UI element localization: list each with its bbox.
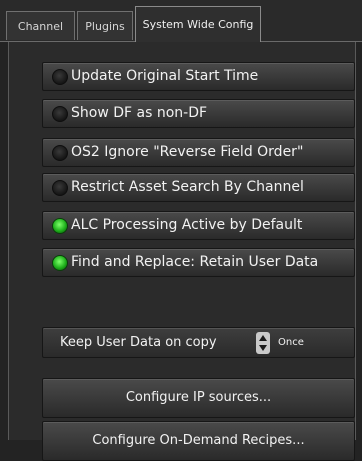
toggle-restrict-asset-search-by-channel[interactable]: Restrict Asset Search By Channel	[42, 173, 355, 202]
keep-user-data-spinner[interactable]	[256, 332, 270, 354]
tab-channel[interactable]: Channel	[6, 11, 75, 40]
spin-up-arrow-icon[interactable]	[259, 335, 267, 341]
keep-user-data-value: Once	[278, 337, 304, 348]
toggle-label: Show DF as non-DF	[71, 105, 208, 121]
led-indicator-icon	[52, 255, 68, 271]
spin-down-arrow-icon[interactable]	[259, 345, 267, 351]
toggle-alc-processing-active-by-default[interactable]: ALC Processing Active by Default	[42, 211, 355, 240]
toggle-label: Restrict Asset Search By Channel	[71, 179, 304, 195]
led-indicator-icon	[52, 106, 68, 122]
toggle-show-df-as-non-df[interactable]: Show DF as non-DF	[42, 99, 355, 128]
toggle-label: ALC Processing Active by Default	[71, 217, 303, 233]
system-wide-config-panel: Update Original Start Time Show DF as no…	[8, 42, 356, 461]
toggle-update-original-start-time[interactable]: Update Original Start Time	[42, 62, 355, 91]
led-indicator-icon	[52, 218, 68, 234]
toggle-label: OS2 Ignore "Reverse Field Order"	[71, 144, 304, 160]
toggle-os2-ignore-reverse-field-order[interactable]: OS2 Ignore "Reverse Field Order"	[42, 138, 355, 167]
toggle-label: Find and Replace: Retain User Data	[71, 254, 319, 270]
configure-on-demand-recipes-button[interactable]: Configure On-Demand Recipes...	[42, 421, 355, 461]
toggle-label: Update Original Start Time	[71, 68, 259, 84]
keep-user-data-label: Keep User Data on copy	[60, 335, 217, 350]
configure-ip-sources-button[interactable]: Configure IP sources...	[42, 378, 355, 418]
tab-system-wide-config[interactable]: System Wide Config	[135, 6, 261, 42]
keep-user-data-row: Keep User Data on copy Once	[42, 327, 355, 358]
led-indicator-icon	[52, 69, 68, 85]
tab-plugins[interactable]: Plugins	[77, 11, 133, 40]
led-indicator-icon	[52, 145, 68, 161]
led-indicator-icon	[52, 180, 68, 196]
tab-bar: Channel Plugins System Wide Config	[0, 0, 362, 42]
toggle-find-and-replace-retain-user-data[interactable]: Find and Replace: Retain User Data	[42, 248, 355, 277]
